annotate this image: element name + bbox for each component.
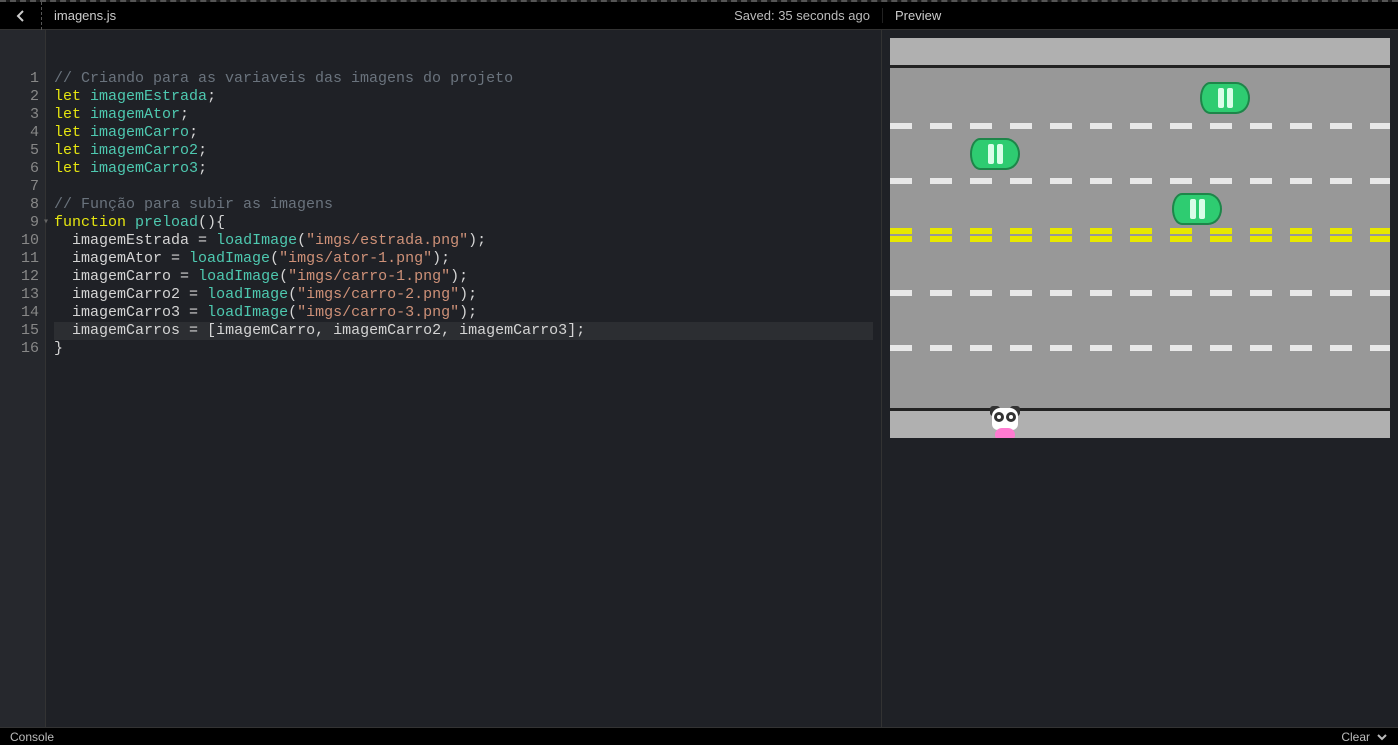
preview-title: Preview [882,8,1398,23]
line-number: 3 [6,106,39,124]
code-line[interactable]: } [54,340,873,358]
line-number: 11 [6,250,39,268]
line-number: 15 [6,322,39,340]
chevron-left-icon [15,10,27,22]
code-line[interactable]: imagemCarro = loadImage("imgs/carro-1.pn… [54,268,873,286]
code-line[interactable]: imagemCarro2 = loadImage("imgs/carro-2.p… [54,286,873,304]
chevron-down-icon [1376,731,1388,743]
code-line[interactable]: // Função para subir as imagens [54,196,873,214]
car-sprite [1200,82,1250,114]
line-number: 4 [6,124,39,142]
preview-pane [882,30,1398,727]
code-line[interactable]: let imagemAtor; [54,106,873,124]
code-editor[interactable]: 12345678910111213141516 // Criando para … [0,30,882,727]
saved-status: Saved: 35 seconds ago [722,8,882,23]
line-number: 16 [6,340,39,358]
code-line[interactable]: let imagemCarro2; [54,142,873,160]
actor-sprite [988,408,1022,438]
code-line[interactable]: imagemCarro3 = loadImage("imgs/carro-3.p… [54,304,873,322]
line-number: 9 [6,214,39,232]
code-line[interactable]: let imagemCarro; [54,124,873,142]
header: imagens.js Saved: 35 seconds ago Preview [0,2,1398,30]
code-line[interactable]: let imagemEstrada; [54,88,873,106]
code-line[interactable]: function preload(){ [54,214,873,232]
line-number: 14 [6,304,39,322]
console-label: Console [10,730,54,744]
road-bottom-curb [890,408,1390,438]
line-number: 7 [6,178,39,196]
line-number: 13 [6,286,39,304]
car-sprite [970,138,1020,170]
car-sprite [1172,193,1222,225]
line-number: 8 [6,196,39,214]
back-button[interactable] [0,2,42,30]
code-area[interactable]: // Criando para as variaveis das imagens… [46,30,881,727]
line-number: 5 [6,142,39,160]
code-line[interactable]: imagemCarros = [imagemCarro, imagemCarro… [54,322,873,340]
console-bar[interactable]: Console Clear [0,727,1398,745]
line-number: 2 [6,88,39,106]
clear-button[interactable]: Clear [1341,730,1388,744]
clear-label: Clear [1341,730,1370,744]
code-line[interactable] [54,178,873,196]
road-top-curb [890,38,1390,68]
code-line[interactable]: imagemAtor = loadImage("imgs/ator-1.png"… [54,250,873,268]
code-line[interactable]: // Criando para as variaveis das imagens… [54,70,873,88]
line-number: 1 [6,70,39,88]
code-line[interactable]: let imagemCarro3; [54,160,873,178]
code-line[interactable]: imagemEstrada = loadImage("imgs/estrada.… [54,232,873,250]
line-gutter: 12345678910111213141516 [0,30,46,727]
line-number: 6 [6,160,39,178]
game-canvas[interactable] [890,38,1390,438]
filename-label: imagens.js [42,8,128,23]
line-number: 10 [6,232,39,250]
line-number: 12 [6,268,39,286]
